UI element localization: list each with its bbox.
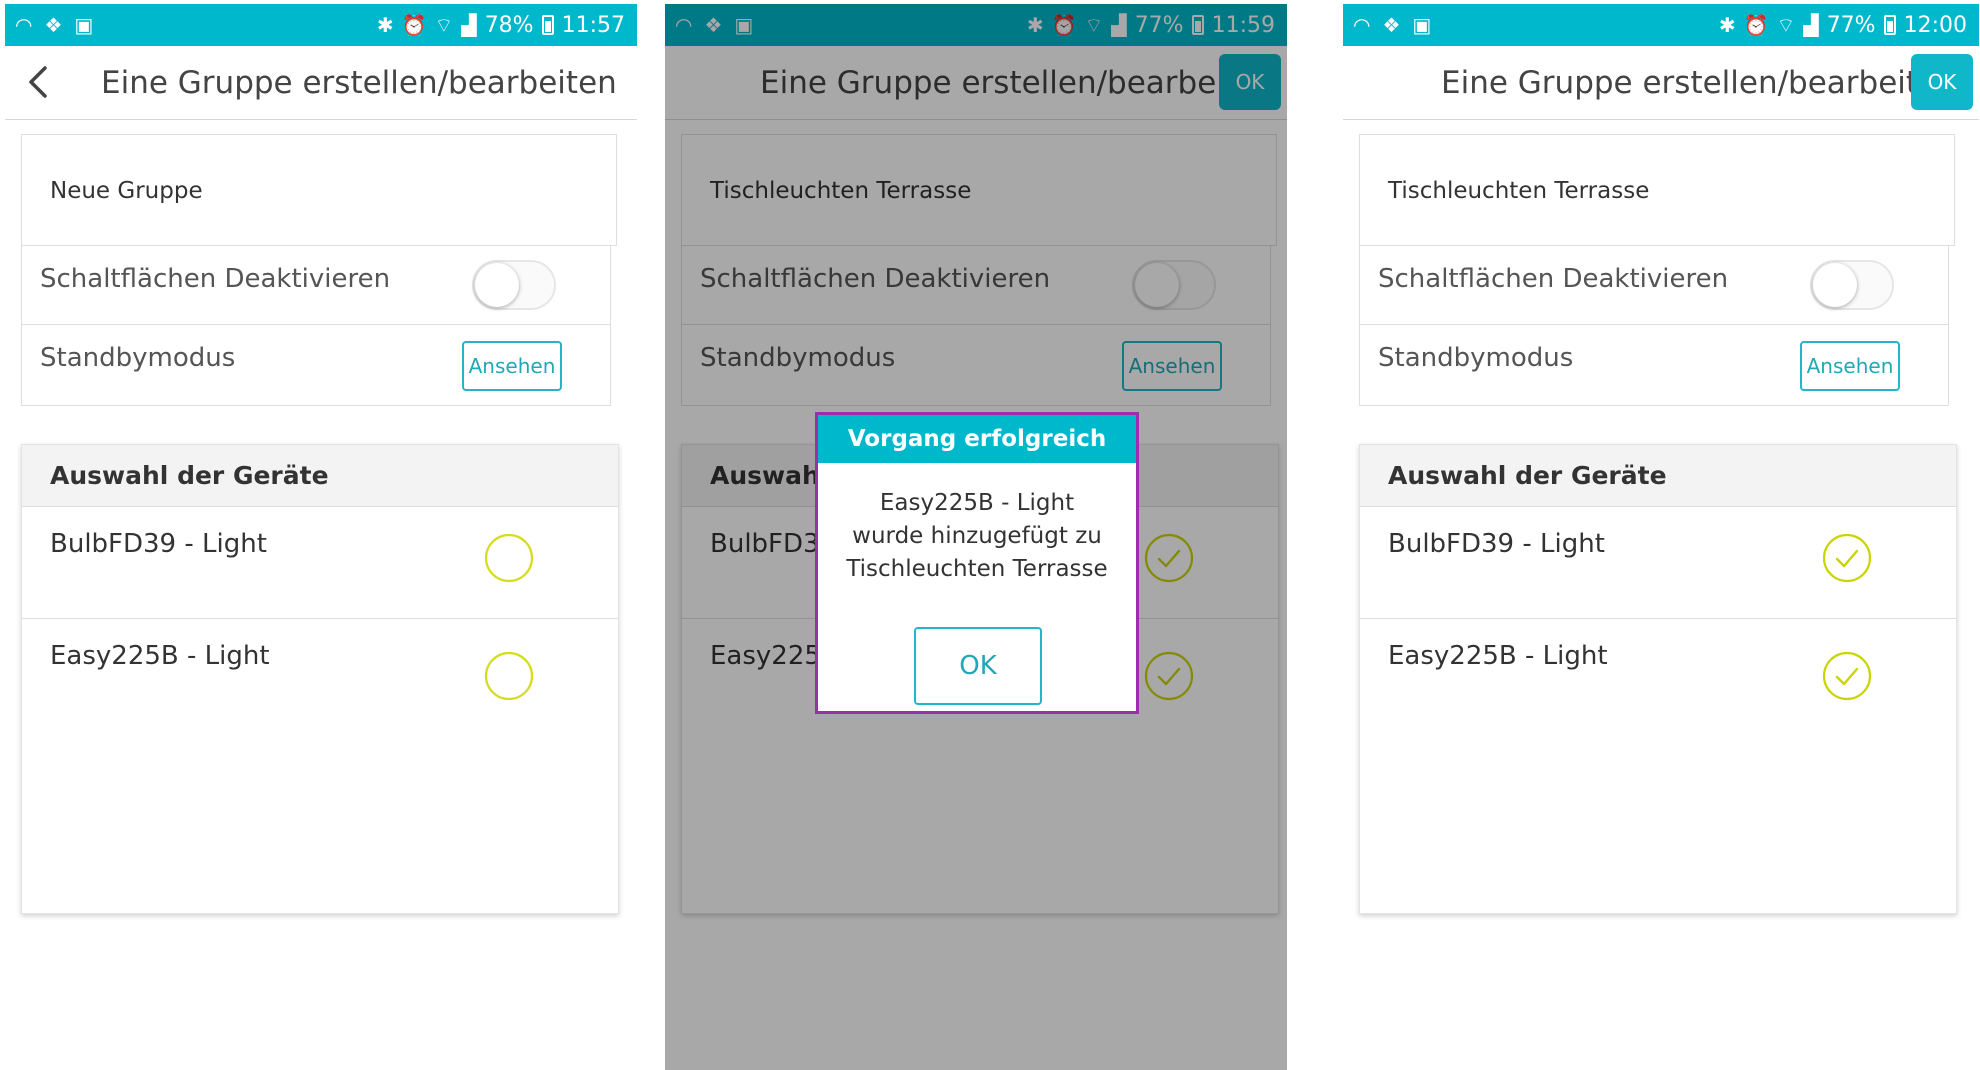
wifi-icon: ⌔ — [1776, 13, 1796, 37]
battery-icon — [541, 15, 554, 35]
page-title: Eine Gruppe erstellen/bearbeiten — [101, 65, 617, 101]
wifi-hotspot-icon: ◠ — [15, 13, 33, 37]
unchecked-circle-icon[interactable] — [484, 651, 534, 701]
device-name: BulbFD39 - Light — [1388, 529, 1605, 559]
disable-buttons-row: Schaltflächen Deaktivieren — [1360, 246, 1948, 325]
device-name: Easy225B - Light — [1388, 641, 1608, 671]
app-bar: Eine Gruppe erstellen/bearbeite OK — [1343, 46, 1979, 120]
status-bar: ◠ ❖ ▣ ✱ ⏰ ⌔ ▟ 77% 12:00 — [1343, 4, 1979, 46]
settings-card: Schaltflächen Deaktivieren Standbymodus … — [1359, 246, 1949, 406]
device-selection-title: Auswahl der Geräte — [50, 461, 329, 490]
device-selection-header: Auswahl der Geräte — [1360, 445, 1956, 507]
group-name-value: Tischleuchten Terrasse — [1388, 178, 1650, 204]
group-name-field[interactable]: Neue Gruppe — [21, 134, 617, 246]
battery-percent: 78% — [484, 12, 534, 38]
device-name: Easy225B - Light — [50, 641, 270, 671]
alarm-icon: ⏰ — [1743, 13, 1769, 37]
device-selection-card: Auswahl der Geräte BulbFD39 - Light Easy… — [21, 444, 619, 914]
signal-icon: ▟ — [461, 13, 477, 37]
alarm-icon: ⏰ — [401, 13, 427, 37]
back-arrow-icon — [29, 66, 47, 98]
battery-percent: 77% — [1826, 12, 1876, 38]
app-bar: Eine Gruppe erstellen/bearbeiten — [5, 46, 637, 120]
disable-buttons-row: Schaltflächen Deaktivieren — [22, 246, 610, 325]
device-row[interactable]: BulbFD39 - Light — [1360, 507, 1956, 619]
dialog-message-line: wurde hinzugefügt zu — [852, 523, 1102, 549]
disable-buttons-label: Schaltflächen Deaktivieren — [1378, 264, 1729, 294]
gallery-icon: ▣ — [1412, 13, 1432, 37]
standby-label: Standbymodus — [40, 343, 236, 373]
unchecked-circle-icon[interactable] — [484, 533, 534, 583]
clock-time: 12:00 — [1903, 12, 1967, 38]
device-row[interactable]: BulbFD39 - Light — [22, 507, 618, 619]
screen-group-saved-dialog: ◠ ❖ ▣ ✱ ⏰ ⌔ ▟ 77% 11:59 Eine Gruppe erst… — [665, 4, 1287, 1070]
device-selection-title: Auswahl der Geräte — [1388, 461, 1667, 490]
signal-icon: ▟ — [1803, 13, 1819, 37]
clock-time: 11:57 — [561, 12, 625, 38]
ok-button[interactable]: OK — [1911, 54, 1973, 110]
dialog-message-line: Easy225B - Light — [879, 490, 1075, 516]
device-name: BulbFD39 - Light — [50, 529, 267, 559]
wifi-hotspot-icon: ◠ — [1353, 13, 1371, 37]
dialog-title: Vorgang erfolgreich — [818, 415, 1136, 463]
page-title: Eine Gruppe erstellen/bearbeite — [1441, 65, 1938, 101]
standby-view-button[interactable]: Ansehen — [1800, 341, 1900, 391]
disable-buttons-toggle[interactable] — [1810, 260, 1894, 310]
dialog-message: Easy225B - Light wurde hinzugefügt zu Ti… — [818, 487, 1136, 586]
standby-label: Standbymodus — [1378, 343, 1574, 373]
battery-icon — [1883, 15, 1896, 35]
dialog-ok-button[interactable]: OK — [914, 627, 1042, 705]
bluetooth-icon: ✱ — [1718, 13, 1736, 37]
dropbox-icon: ❖ — [44, 13, 63, 37]
dialog-message-line: Tischleuchten Terrasse — [846, 556, 1108, 582]
standby-view-button[interactable]: Ansehen — [462, 341, 562, 391]
bluetooth-icon: ✱ — [376, 13, 394, 37]
checked-circle-icon[interactable] — [1822, 533, 1872, 583]
device-selection-card: Auswahl der Geräte BulbFD39 - Light Easy… — [1359, 444, 1957, 914]
device-selection-header: Auswahl der Geräte — [22, 445, 618, 507]
success-dialog: Vorgang erfolgreich Easy225B - Light wur… — [815, 412, 1139, 714]
disable-buttons-toggle[interactable] — [472, 260, 556, 310]
back-button[interactable] — [19, 62, 59, 102]
wifi-icon: ⌔ — [434, 13, 454, 37]
group-name-field[interactable]: Tischleuchten Terrasse — [1359, 134, 1955, 246]
standby-row: Standbymodus Ansehen — [1360, 325, 1948, 404]
disable-buttons-label: Schaltflächen Deaktivieren — [40, 264, 391, 294]
device-row[interactable]: Easy225B - Light — [1360, 619, 1956, 731]
dropbox-icon: ❖ — [1382, 13, 1401, 37]
screen-group-edited: ◠ ❖ ▣ ✱ ⏰ ⌔ ▟ 77% 12:00 Eine Gruppe erst… — [1343, 4, 1979, 1070]
gallery-icon: ▣ — [74, 13, 94, 37]
standby-row: Standbymodus Ansehen — [22, 325, 610, 404]
settings-card: Schaltflächen Deaktivieren Standbymodus … — [21, 246, 611, 406]
status-bar: ◠ ❖ ▣ ✱ ⏰ ⌔ ▟ 78% 11:57 — [5, 4, 637, 46]
checked-circle-icon[interactable] — [1822, 651, 1872, 701]
device-row[interactable]: Easy225B - Light — [22, 619, 618, 731]
screen-create-group: ◠ ❖ ▣ ✱ ⏰ ⌔ ▟ 78% 11:57 Eine Gruppe erst… — [5, 4, 637, 1070]
group-name-value: Neue Gruppe — [50, 178, 203, 204]
